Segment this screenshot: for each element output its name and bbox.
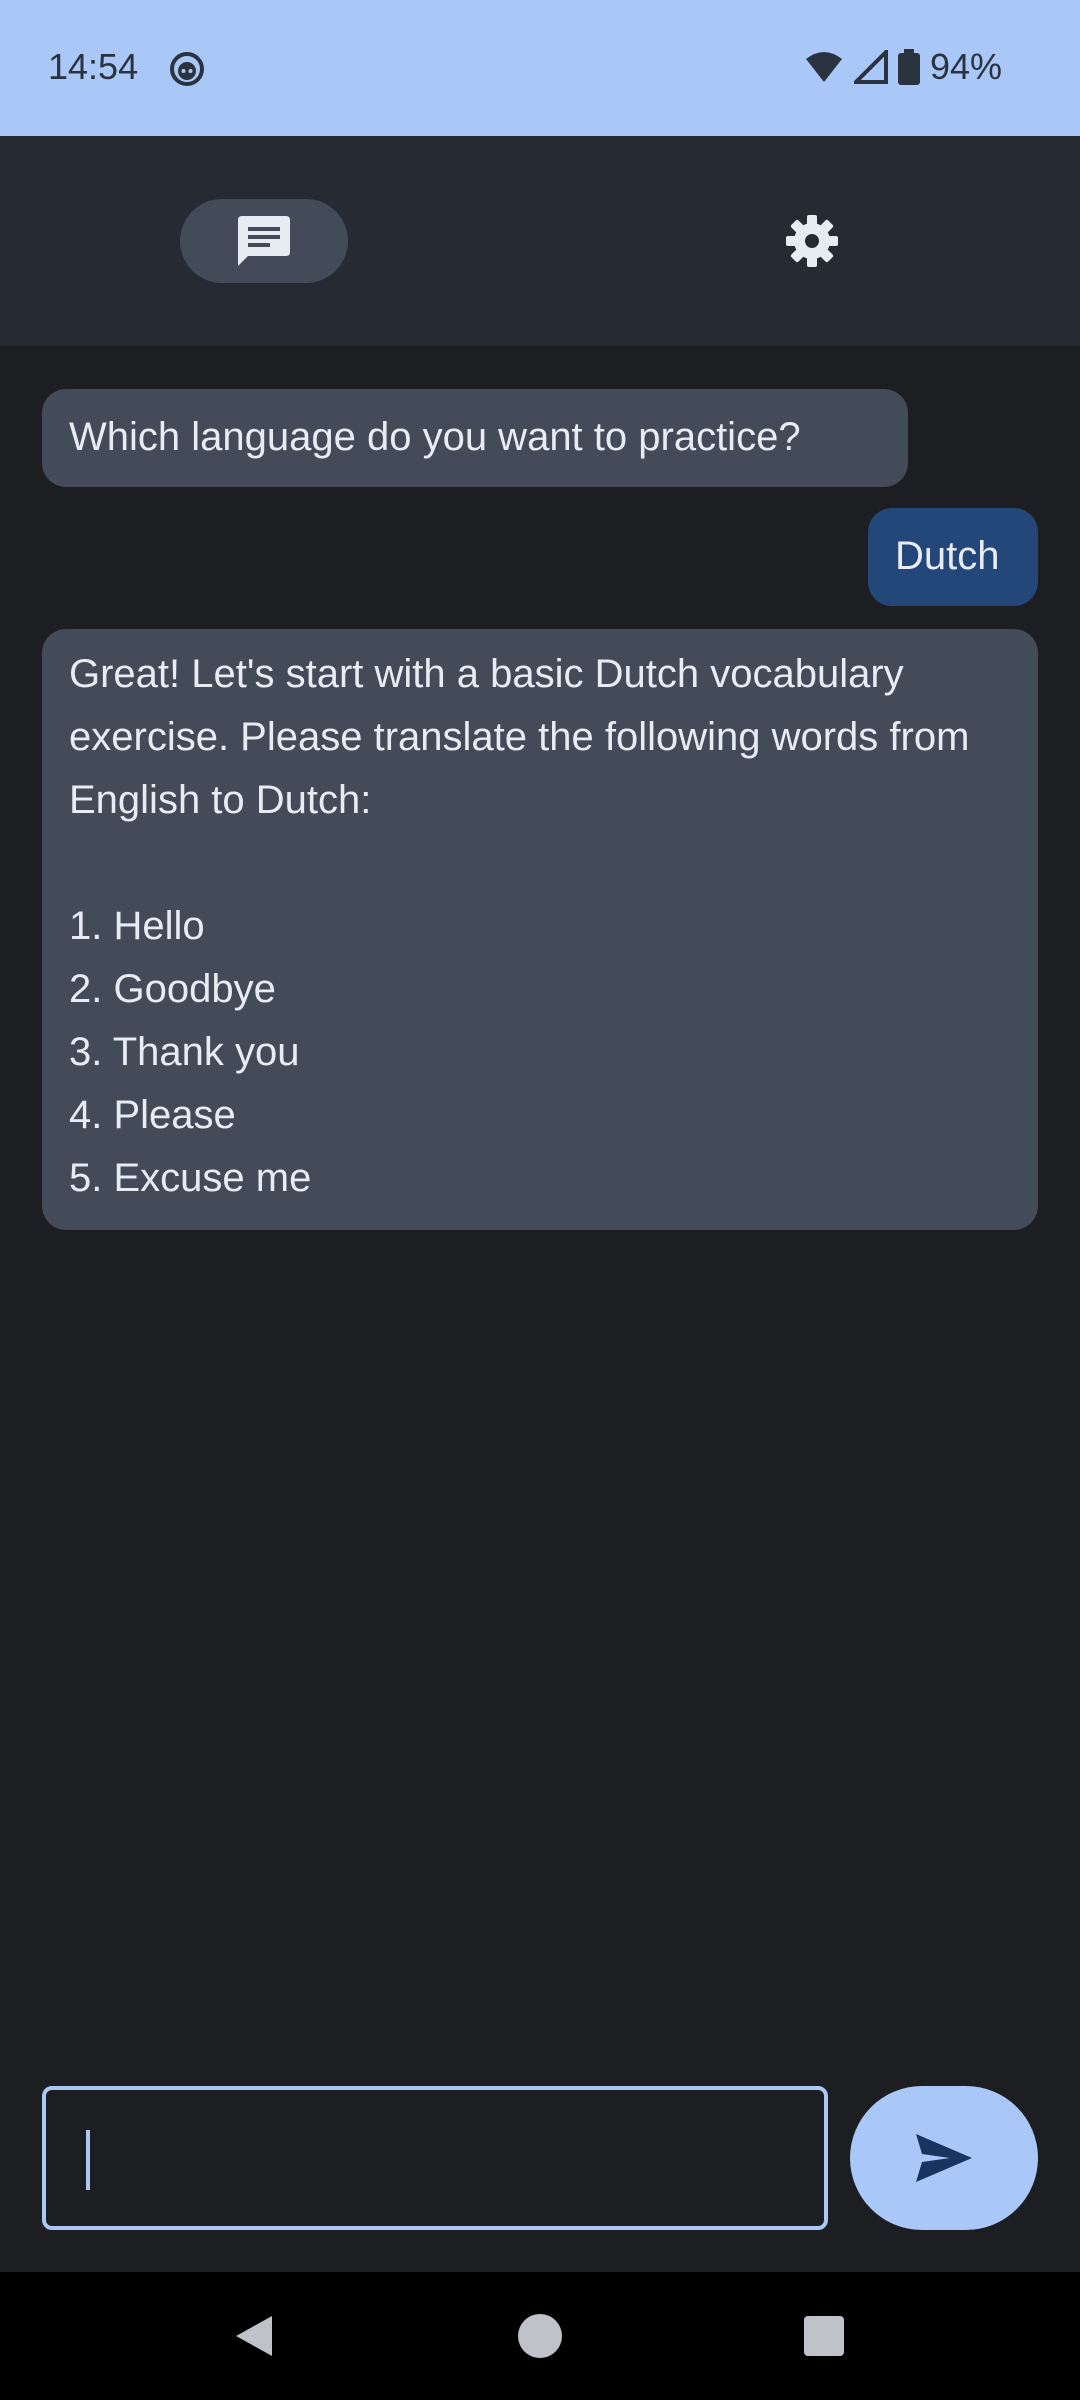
status-indicators: 94% [804,46,1002,88]
battery-level: 94% [929,46,1002,87]
top-app-bar [0,136,1080,346]
bot-message: Which language do you want to practice? [42,389,908,487]
gear-icon [786,215,838,267]
system-navigation-bar [0,2272,1080,2400]
battery-icon [897,49,920,85]
status-bar: 14:54 94% [0,0,1080,136]
back-icon[interactable] [232,2312,276,2360]
wifi-icon [805,52,842,82]
text-cursor [86,2130,90,2190]
chat-icon [238,216,290,266]
bot-message: Great! Let's start with a basic Dutch vo… [42,629,1038,1230]
status-time: 14:54 [48,46,139,87]
send-icon [916,2134,972,2182]
settings-button[interactable] [770,199,854,283]
message-input-container[interactable] [42,2086,828,2230]
recents-icon[interactable] [804,2316,844,2356]
message-input[interactable] [46,2090,824,2226]
send-button[interactable] [850,2086,1038,2230]
home-icon[interactable] [516,2312,564,2360]
tab-chat[interactable] [180,199,348,283]
user-message: Dutch [868,508,1038,606]
chat-message-list[interactable]: Which language do you want to practice? … [0,346,1080,2046]
face-icon [170,52,204,86]
signal-icon [853,50,888,84]
